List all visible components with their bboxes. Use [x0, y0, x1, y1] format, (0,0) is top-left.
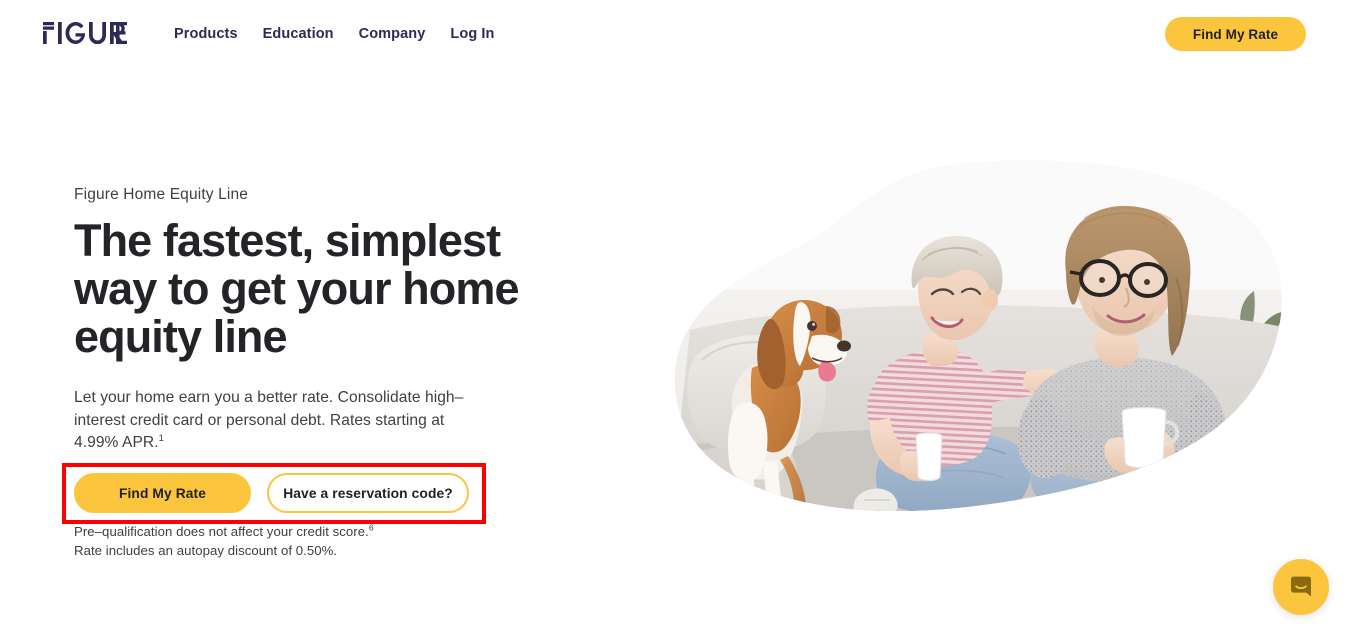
- hero-copy: Figure Home Equity Line The fastest, sim…: [74, 185, 544, 455]
- nav-item-products[interactable]: Products: [174, 24, 238, 44]
- fineprint-line-1: Pre–qualification does not affect your c…: [74, 522, 374, 541]
- figure-logo[interactable]: [43, 22, 127, 44]
- hero-subcopy: Let your home earn you a better rate. Co…: [74, 387, 484, 455]
- chat-bubble-smile-icon: [1291, 576, 1311, 597]
- fineprint-line-1-footnote: 6: [368, 522, 374, 533]
- site-header: Products Education Company Log In Find M…: [0, 0, 1351, 68]
- nav-item-education[interactable]: Education: [263, 24, 334, 44]
- header-find-my-rate-button[interactable]: Find My Rate: [1165, 17, 1306, 51]
- figure-wordmark-icon: [43, 22, 127, 44]
- nav-item-company[interactable]: Company: [359, 24, 426, 44]
- hero-subcopy-text: Let your home earn you a better rate. Co…: [74, 389, 464, 452]
- reservation-code-button[interactable]: Have a reservation code?: [267, 473, 469, 513]
- cta-row: Find My Rate Have a reservation code?: [74, 473, 469, 513]
- primary-navigation: Products Education Company Log In: [174, 24, 495, 44]
- page-title: The fastest, simplest way to get your ho…: [74, 215, 519, 363]
- hero-section: Figure Home Equity Line The fastest, sim…: [0, 0, 1351, 637]
- chat-launcher-button[interactable]: [1273, 559, 1329, 615]
- hero-fineprint: Pre–qualification does not affect your c…: [74, 522, 374, 560]
- hero-image: [660, 160, 1285, 520]
- find-my-rate-button[interactable]: Find My Rate: [74, 473, 251, 513]
- fineprint-line-1-text: Pre–qualification does not affect your c…: [74, 524, 369, 539]
- hero-subcopy-footnote: 1: [158, 432, 164, 444]
- hero-eyebrow: Figure Home Equity Line: [74, 186, 249, 203]
- nav-item-login[interactable]: Log In: [450, 24, 494, 44]
- fineprint-line-2: Rate includes an autopay discount of 0.5…: [74, 543, 338, 558]
- hero-illustration-icon: [674, 160, 1282, 512]
